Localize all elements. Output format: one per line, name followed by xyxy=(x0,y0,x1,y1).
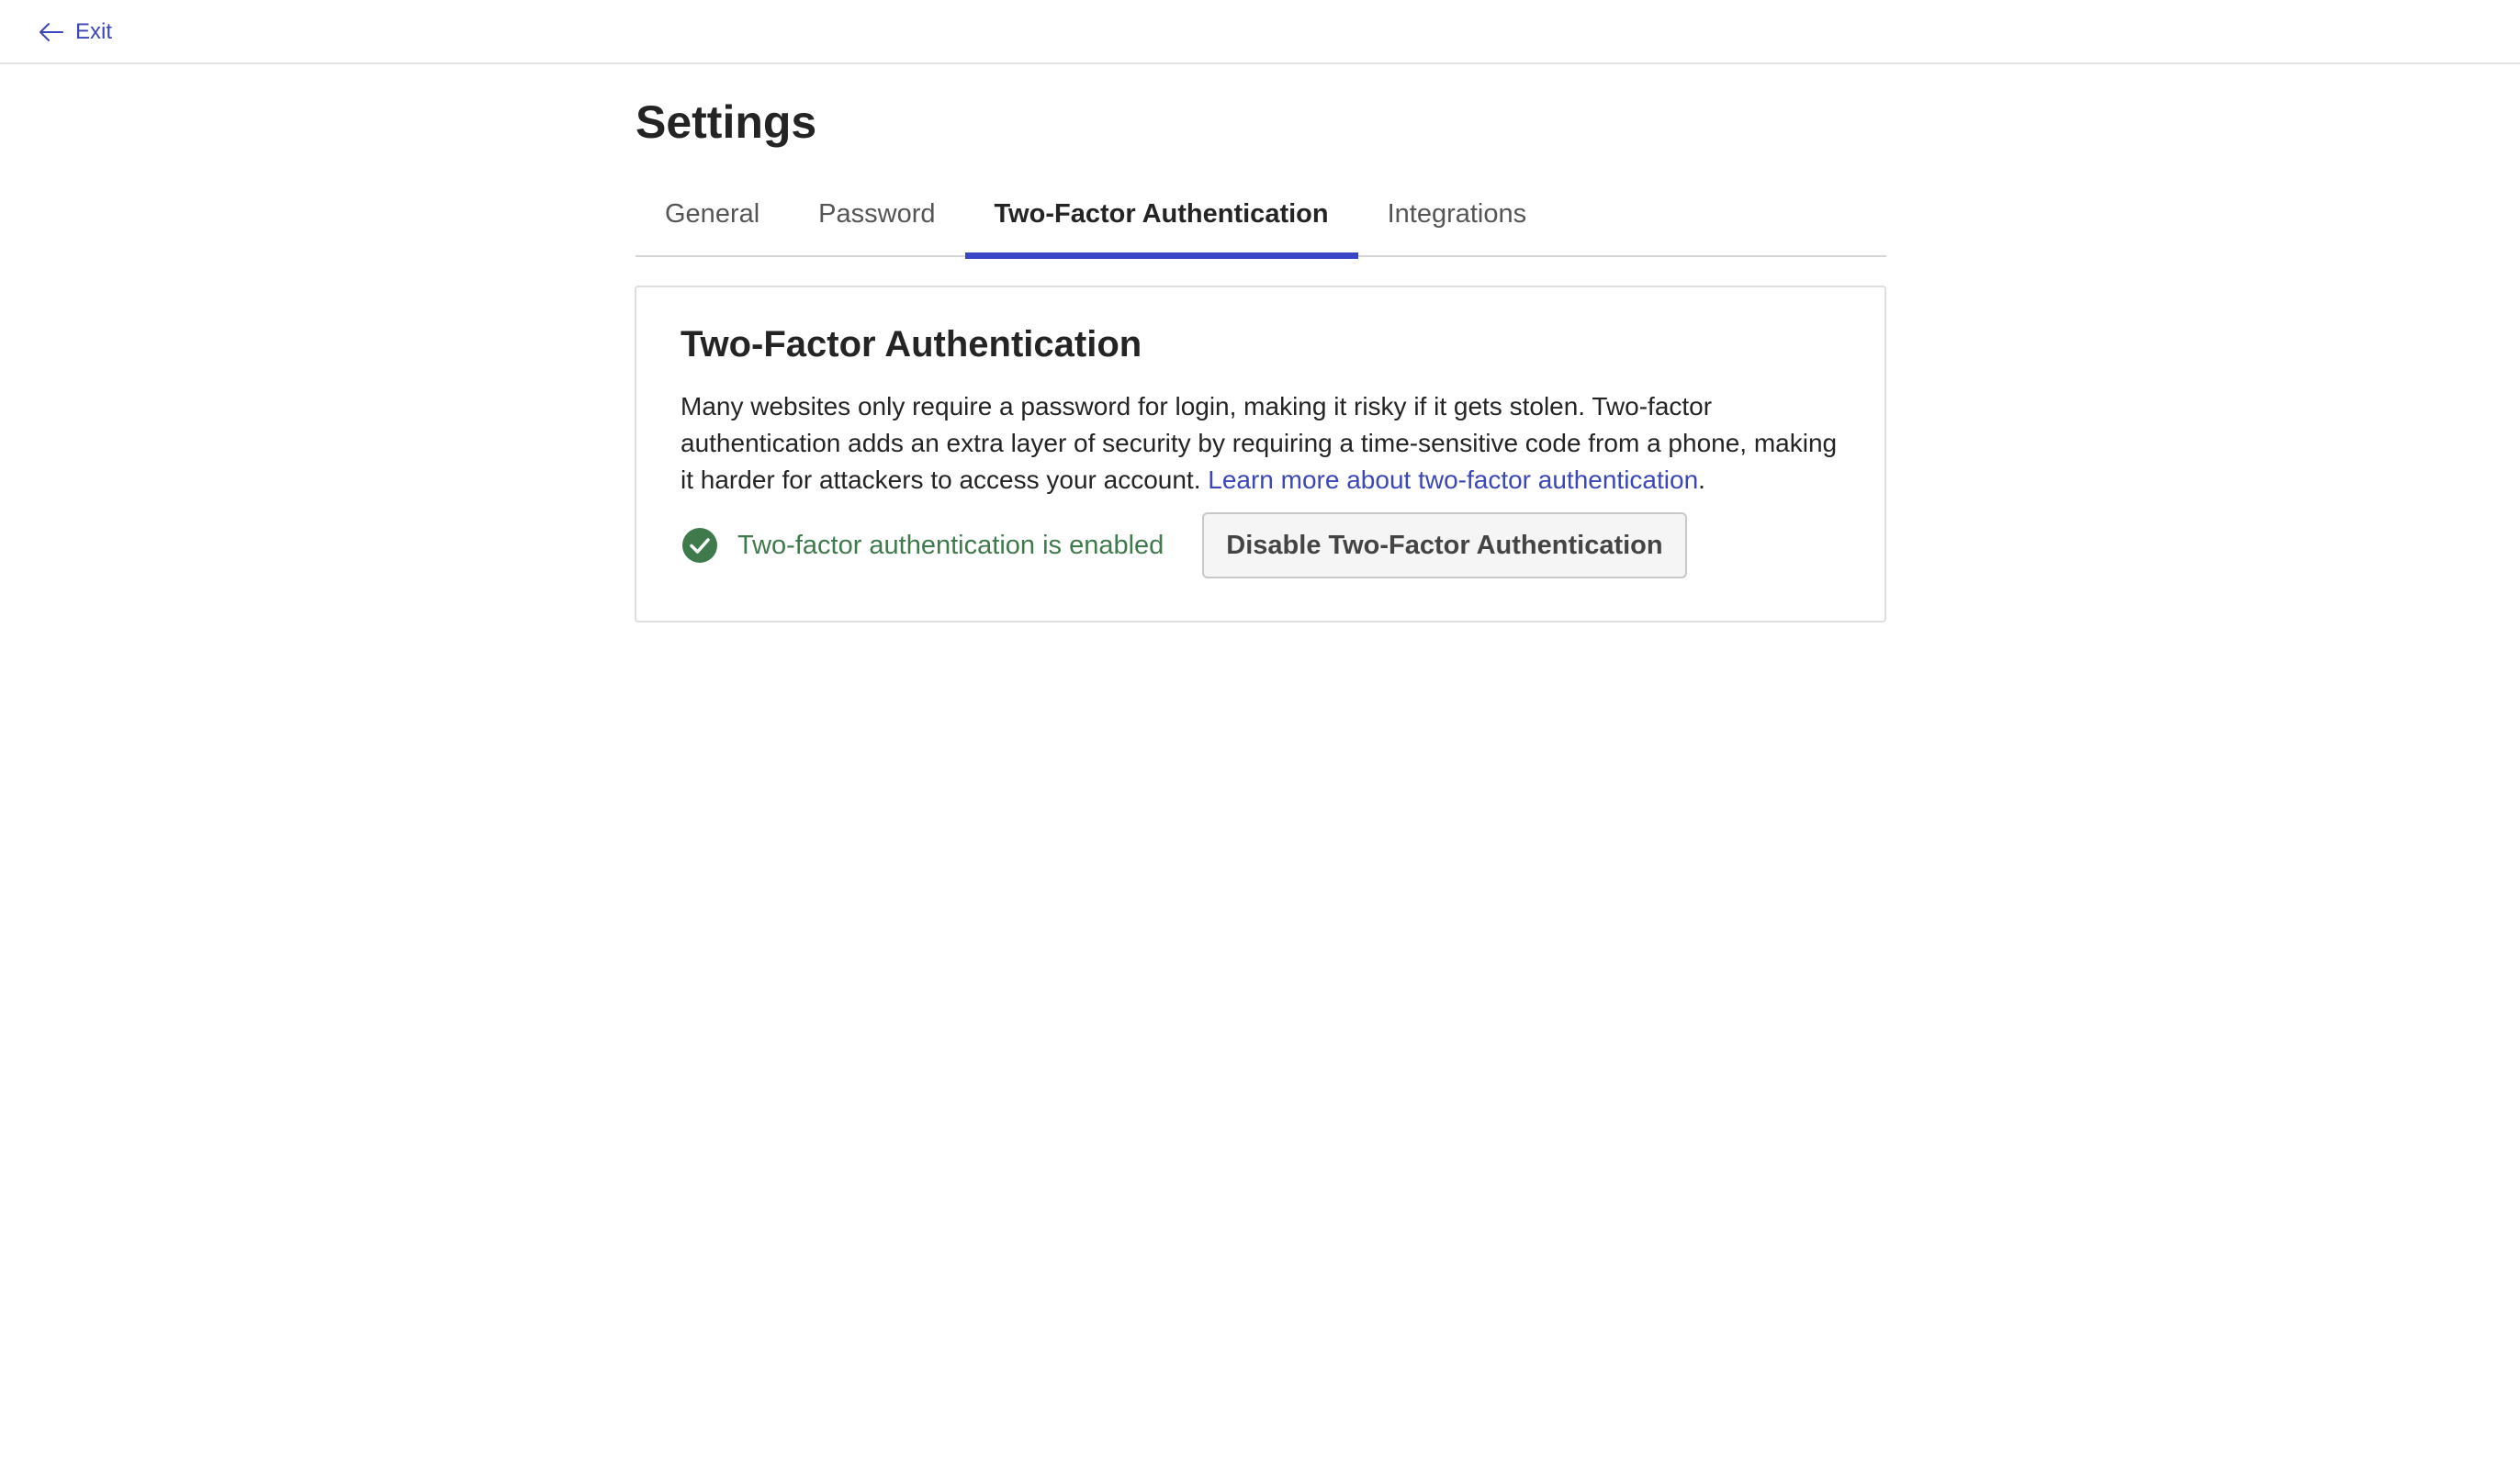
top-bar: Exit xyxy=(0,0,2520,64)
check-circle-icon xyxy=(682,528,717,563)
status-text: Two-factor authentication is enabled xyxy=(737,530,1164,560)
tab-general[interactable]: General xyxy=(636,184,789,257)
description-end: . xyxy=(1698,465,1705,494)
tab-label: Two-Factor Authentication xyxy=(994,198,1329,229)
disable-two-factor-button[interactable]: Disable Two-Factor Authentication xyxy=(1202,512,1687,578)
tab-integrations[interactable]: Integrations xyxy=(1358,184,1557,257)
tab-password[interactable]: Password xyxy=(789,184,964,257)
tab-label: General xyxy=(665,198,760,229)
page-title: Settings xyxy=(636,96,817,148)
tab-two-factor-authentication[interactable]: Two-Factor Authentication xyxy=(964,184,1358,259)
card-title: Two-Factor Authentication xyxy=(681,324,1142,364)
card-description: Many websites only require a password fo… xyxy=(681,388,1856,499)
status-row: Two-factor authentication is enabled Dis… xyxy=(682,512,1687,578)
tab-label: Password xyxy=(818,198,936,229)
tab-label: Integrations xyxy=(1387,198,1527,229)
exit-label: Exit xyxy=(75,19,113,44)
arrow-left-icon xyxy=(39,23,63,41)
settings-tabs: General Password Two-Factor Authenticati… xyxy=(636,184,1886,259)
learn-more-link[interactable]: Learn more about two-factor authenticati… xyxy=(1208,465,1698,494)
two-factor-card: Two-Factor Authentication Many websites … xyxy=(635,286,1886,622)
exit-link[interactable]: Exit xyxy=(39,17,112,48)
